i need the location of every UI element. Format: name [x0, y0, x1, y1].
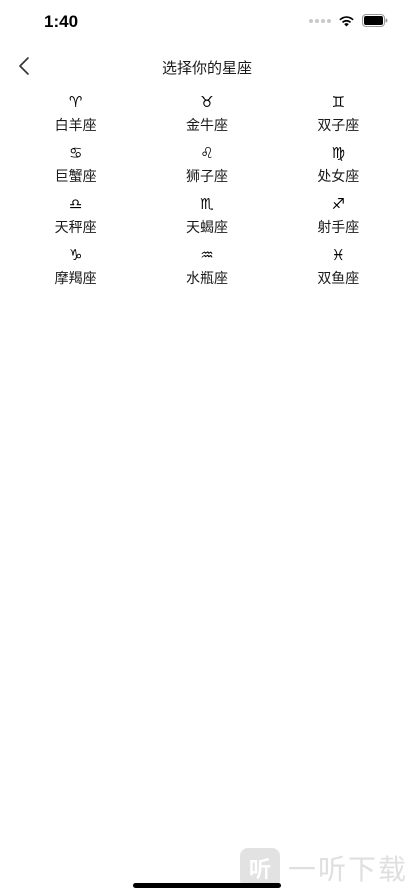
zodiac-item-aquarius[interactable]: ♒ 水瓶座 [141, 243, 272, 294]
zodiac-item-capricorn[interactable]: ♑ 摩羯座 [10, 243, 141, 294]
zodiac-name: 处女座 [317, 169, 360, 185]
virgo-icon: ♍ [331, 144, 346, 162]
aquarius-icon: ♒ [200, 246, 214, 264]
watermark-logo: 听 一听下载 [239, 848, 408, 888]
zodiac-item-libra[interactable]: ♎ 天秤座 [10, 192, 141, 243]
gemini-icon: ♊ [331, 93, 346, 111]
page-title: 选择你的星座 [161, 59, 252, 77]
zodiac-grid: ♈ 白羊座 ♉ 金牛座 ♊ 双子座 ♋ 巨蟹座 ♌ 狮子座 ♍ 处女座 ♎ 天秤… [0, 90, 414, 294]
zodiac-item-scorpio[interactable]: ♏ 天蝎座 [141, 192, 272, 243]
zodiac-name: 金牛座 [185, 118, 228, 134]
scorpio-icon: ♏ [200, 195, 214, 213]
aries-icon: ♈ [68, 93, 83, 111]
zodiac-name: 水瓶座 [185, 271, 228, 287]
listen-logo-icon: 听 [239, 848, 280, 888]
zodiac-name: 双子座 [317, 118, 360, 134]
status-indicators [309, 14, 388, 27]
zodiac-item-taurus[interactable]: ♉ 金牛座 [141, 90, 272, 141]
zodiac-name: 狮子座 [185, 169, 228, 185]
zodiac-name: 巨蟹座 [54, 169, 97, 185]
zodiac-name: 天蝎座 [185, 220, 228, 236]
zodiac-name: 双鱼座 [317, 271, 360, 287]
zodiac-name: 白羊座 [54, 118, 97, 134]
status-bar: 1:40 [0, 0, 414, 48]
zodiac-name: 天秤座 [54, 220, 97, 236]
watermark-text: 一听下载 [287, 853, 408, 886]
cellular-signal-icon [309, 18, 331, 23]
capricorn-icon: ♑ [68, 246, 83, 264]
zodiac-name: 射手座 [317, 220, 360, 236]
zodiac-item-virgo[interactable]: ♍ 处女座 [273, 141, 404, 192]
nav-bar: 选择你的星座 [0, 48, 414, 88]
leo-icon: ♌ [200, 144, 214, 162]
wifi-icon [338, 15, 355, 27]
zodiac-item-cancer[interactable]: ♋ 巨蟹座 [10, 141, 141, 192]
sagittarius-icon: ♐ [331, 195, 346, 213]
battery-icon [362, 14, 388, 27]
zodiac-item-gemini[interactable]: ♊ 双子座 [273, 90, 404, 141]
libra-icon: ♎ [68, 195, 83, 213]
taurus-icon: ♉ [200, 93, 214, 111]
pisces-icon: ♓ [331, 246, 346, 264]
zodiac-item-leo[interactable]: ♌ 狮子座 [141, 141, 272, 192]
zodiac-name: 摩羯座 [54, 271, 97, 287]
status-time: 1:40 [44, 12, 79, 31]
home-indicator[interactable] [133, 883, 281, 888]
zodiac-item-sagittarius[interactable]: ♐ 射手座 [273, 192, 404, 243]
zodiac-item-pisces[interactable]: ♓ 双鱼座 [273, 243, 404, 294]
cancer-icon: ♋ [68, 144, 83, 162]
zodiac-item-aries[interactable]: ♈ 白羊座 [10, 90, 141, 141]
